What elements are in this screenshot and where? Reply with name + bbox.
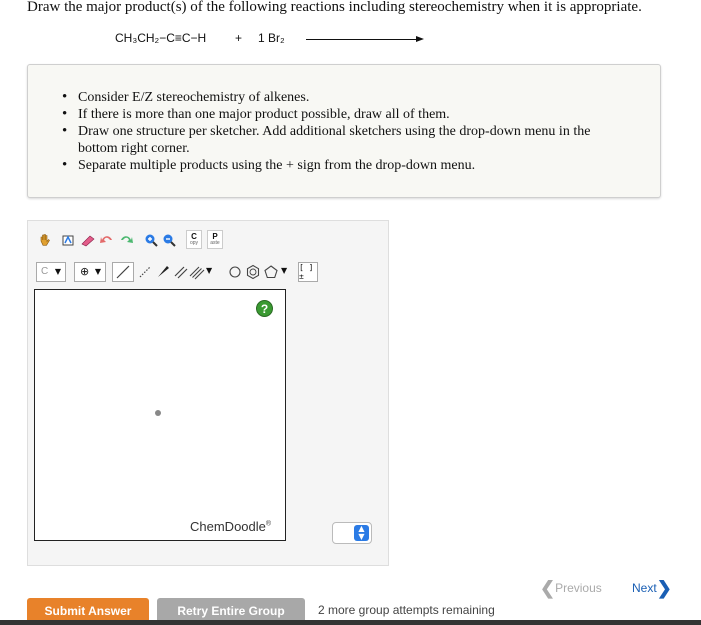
dashed-bond-icon[interactable] (136, 263, 154, 281)
chevron-down-icon: ▼ (54, 267, 61, 276)
hand-tool-icon[interactable] (36, 231, 54, 249)
reactant-formula: CH₃CH₂−C≡C−H (115, 31, 207, 45)
eraser-tool-icon[interactable] (79, 231, 97, 249)
chevron-right-icon: ❯ (656, 578, 672, 598)
chevron-down-icon[interactable]: ▼ (281, 266, 287, 275)
charge-selector[interactable]: ⊕ ▼ (74, 262, 106, 282)
bracket-icon: [ ]± (299, 263, 314, 281)
help-icon[interactable]: ? (256, 300, 273, 317)
previous-link[interactable]: ❮Previous (540, 578, 602, 599)
brand-name: ChemDoodle (190, 519, 266, 534)
next-link[interactable]: Next❯ (632, 578, 672, 599)
attempts-remaining: 2 more group attempts remaining (318, 603, 495, 617)
copy-button[interactable]: C opy (186, 230, 202, 249)
reaction-arrow (306, 36, 424, 42)
instruction-item: Draw one structure per sketcher. Add add… (62, 123, 632, 157)
chevron-left-icon: ❮ (540, 578, 556, 598)
bracket-tool[interactable]: [ ]± (298, 262, 318, 282)
sketcher-count-select[interactable]: ▲▼ (332, 522, 372, 544)
triple-bond-icon[interactable] (188, 263, 206, 281)
element-selector[interactable]: C ▼ (36, 262, 66, 282)
instruction-item: If there is more than one major product … (62, 106, 632, 123)
instructions-list: Consider E/Z stereochemistry of alkenes.… (62, 89, 632, 174)
stepper-arrows: ▲▼ (358, 524, 365, 541)
canvas-cursor-dot (155, 410, 161, 416)
chemdoodle-logo: ChemDoodle® (190, 519, 271, 534)
wedge-bond-icon[interactable] (154, 263, 172, 281)
cyclopropane-icon[interactable] (226, 263, 244, 281)
question-prompt: Draw the major product(s) of the followi… (27, 0, 642, 15)
benzene-icon[interactable] (244, 263, 262, 281)
instructions-box: Consider E/Z stereochemistry of alkenes.… (27, 64, 661, 198)
paste-sub: aste (210, 239, 220, 246)
instruction-item: Consider E/Z stereochemistry of alkenes. (62, 89, 632, 106)
instruction-item: Separate multiple products using the + s… (62, 157, 632, 174)
single-bond-tool[interactable] (112, 262, 134, 282)
reagent-formula: 1 Br₂ (258, 31, 285, 45)
single-bond-icon (116, 265, 130, 279)
chevron-down-icon: ▼ (94, 267, 101, 276)
copy-letter: C (191, 231, 197, 241)
plus-sign: + (235, 31, 243, 45)
brand-mark: ® (265, 520, 272, 528)
undo-icon[interactable] (98, 231, 116, 249)
copy-sub: opy (189, 239, 199, 246)
charge-icon: ⊕ (80, 265, 90, 278)
paste-button[interactable]: P aste (207, 230, 223, 249)
redo-icon[interactable] (117, 231, 135, 249)
previous-label: Previous (555, 581, 602, 595)
bottom-edge (0, 620, 701, 625)
zoom-out-icon[interactable] (160, 231, 178, 249)
stepper-arrows-icon: ▲▼ (354, 525, 369, 541)
lasso-tool-icon[interactable] (59, 231, 77, 249)
element-label: C (41, 266, 49, 277)
paste-letter: P (212, 231, 218, 241)
zoom-in-icon[interactable] (142, 231, 160, 249)
chevron-down-icon[interactable]: ▼ (206, 266, 212, 275)
cyclopentane-icon[interactable] (262, 263, 280, 281)
next-label: Next (632, 581, 657, 595)
